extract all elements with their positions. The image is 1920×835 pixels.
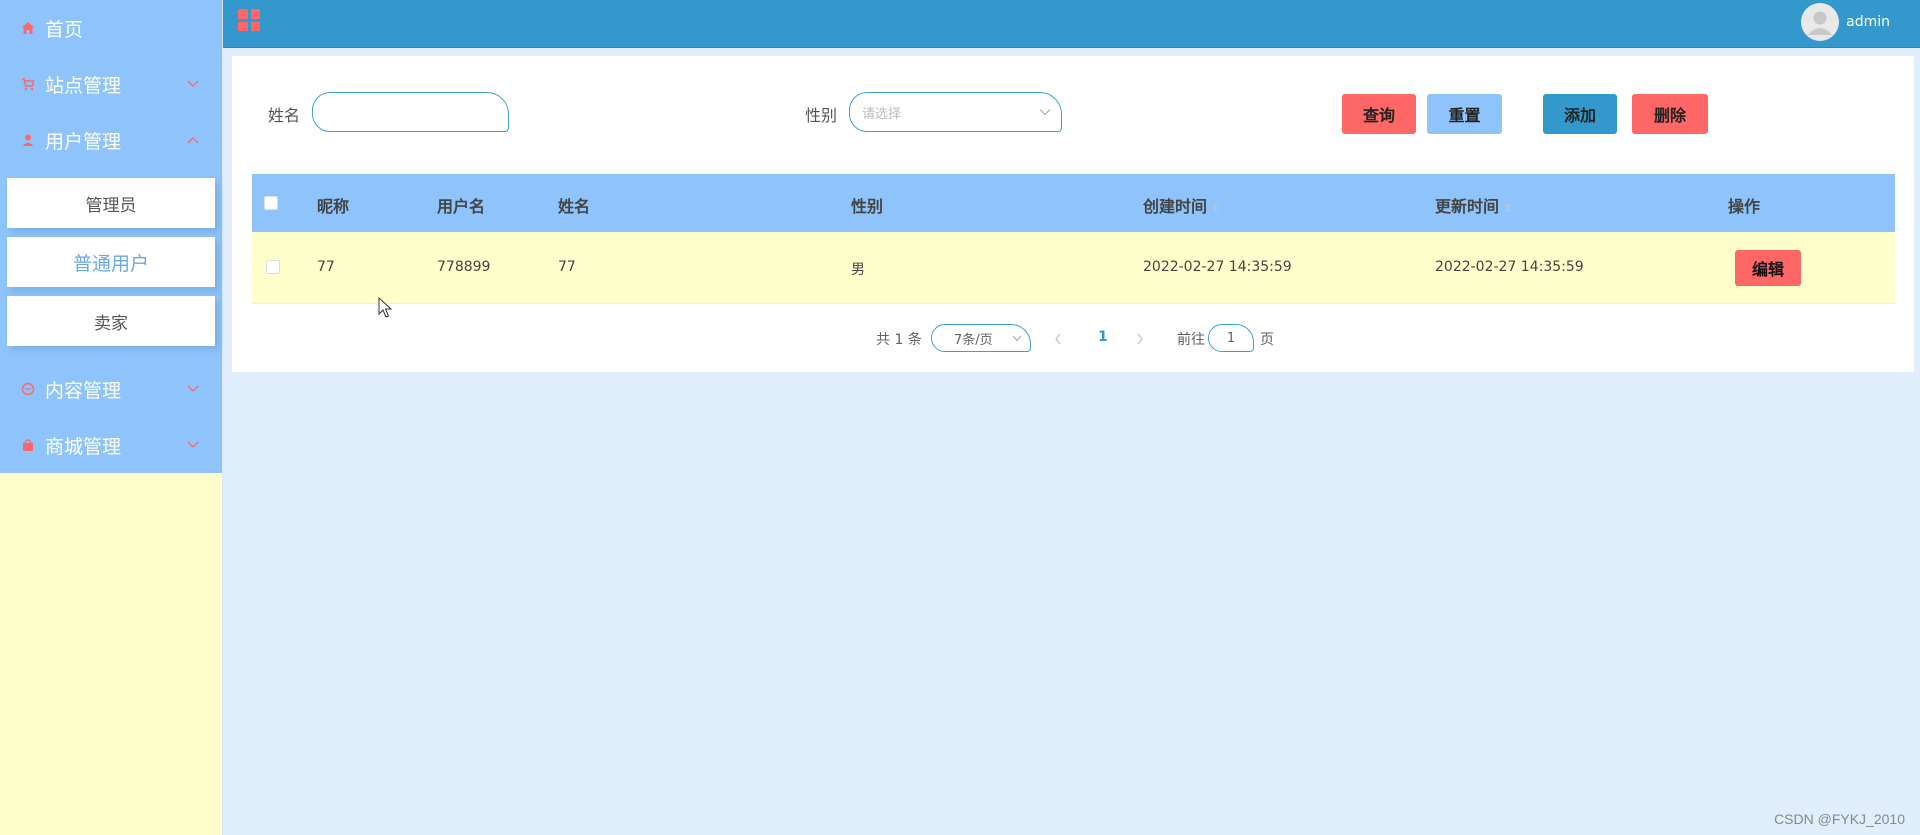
col-updated-label: 更新时间 [1435, 197, 1500, 216]
cell-name: 77 [558, 259, 576, 275]
home-icon [21, 21, 35, 35]
user-menu[interactable]: admin [1801, 3, 1890, 41]
submenu-item-normal-user[interactable]: 普通用户 [7, 237, 215, 287]
menu-item-site-manage[interactable]: 站点管理 [0, 56, 222, 112]
menu-label-home: 首页 [45, 18, 84, 41]
sort-icon[interactable] [1212, 203, 1219, 213]
goto-prefix: 前往 [1177, 332, 1205, 348]
col-username: 用户名 [437, 197, 486, 216]
submenu-item-seller[interactable]: 卖家 [7, 296, 215, 346]
cell-nickname: 77 [317, 259, 335, 275]
menu-label-user-manage: 用户管理 [45, 130, 122, 153]
shopping-bag-icon [21, 438, 35, 452]
edit-button[interactable]: 编辑 [1735, 250, 1801, 286]
table-row: 77 778899 77 男 2022-02-27 14:35:59 2022-… [252, 232, 1895, 304]
col-created-label: 创建时间 [1143, 197, 1208, 216]
search-bar: 姓名 性别 请选择 查询 重置 添加 删除 [232, 92, 1914, 134]
sort-icon[interactable] [1504, 203, 1511, 213]
avatar-placeholder-icon [1808, 11, 1833, 35]
pagination-total: 共 1 条 [876, 332, 922, 348]
mouse-cursor-icon [378, 297, 393, 318]
col-action: 操作 [1728, 197, 1761, 216]
cell-username: 778899 [437, 259, 491, 275]
user-icon [21, 133, 35, 147]
page-size-select[interactable]: 7条/页 [931, 324, 1031, 352]
prev-page-icon[interactable] [1054, 333, 1062, 345]
cart-icon [21, 77, 35, 91]
menu-label-site-manage: 站点管理 [45, 74, 122, 97]
col-gender: 性别 [851, 197, 884, 216]
top-header: admin [223, 0, 1920, 48]
chevron-down-icon [187, 385, 199, 392]
col-created[interactable]: 创建时间 [1143, 193, 1219, 217]
chevron-down-icon [1039, 109, 1051, 116]
avatar[interactable] [1801, 3, 1840, 41]
menu-label-mall-manage: 商城管理 [45, 435, 122, 458]
goto-suffix: 页 [1260, 332, 1274, 348]
menu-label-content-manage: 内容管理 [45, 379, 122, 402]
col-updated[interactable]: 更新时间 [1435, 193, 1511, 217]
delete-button[interactable]: 删除 [1632, 94, 1708, 134]
select-all-checkbox[interactable] [264, 196, 278, 210]
menu-item-content-manage[interactable]: 内容管理 [0, 361, 222, 417]
reset-button[interactable]: 重置 [1427, 94, 1502, 134]
name-input[interactable] [312, 92, 509, 132]
cell-updated: 2022-02-27 14:35:59 [1435, 259, 1584, 275]
col-name: 姓名 [558, 197, 591, 216]
menu-grid-icon[interactable] [238, 9, 260, 31]
sidebar: 首页 站点管理 用户管理 管理员 普通用户 卖家 内容管理 商城管理 [0, 0, 223, 835]
menu-item-home[interactable]: 首页 [0, 0, 222, 56]
user-table: 昵称 用户名 姓名 性别 创建时间 更新时间 操作 77 778899 77 男… [252, 174, 1895, 304]
submenu-item-admin[interactable]: 管理员 [7, 178, 215, 228]
menu-item-user-manage[interactable]: 用户管理 [0, 112, 222, 168]
main-panel: 姓名 性别 请选择 查询 重置 添加 删除 昵称 用户名 姓名 性别 创建时间 … [232, 56, 1914, 372]
chevron-up-icon [187, 137, 199, 144]
user-name: admin [1846, 14, 1890, 30]
cell-created: 2022-02-27 14:35:59 [1143, 259, 1292, 275]
gender-select-placeholder: 请选择 [862, 106, 902, 122]
goto-page-input[interactable]: 1 [1208, 324, 1254, 352]
gender-label: 性别 [805, 106, 838, 125]
chat-icon [21, 382, 35, 396]
page-number-current[interactable]: 1 [1098, 329, 1108, 345]
row-checkbox[interactable] [266, 260, 280, 274]
gender-select[interactable]: 请选择 [849, 92, 1062, 132]
chevron-down-icon [187, 80, 199, 87]
user-submenu: 管理员 普通用户 卖家 [0, 168, 222, 361]
pagination: 共 1 条 7条/页 1 前往 1 页 [232, 324, 1914, 354]
add-button[interactable]: 添加 [1543, 94, 1617, 134]
next-page-icon[interactable] [1136, 333, 1144, 345]
menu-item-mall-manage[interactable]: 商城管理 [0, 417, 222, 473]
table-header: 昵称 用户名 姓名 性别 创建时间 更新时间 操作 [252, 174, 1895, 232]
chevron-down-icon [187, 441, 199, 448]
col-nickname: 昵称 [317, 197, 350, 216]
name-label: 姓名 [268, 106, 301, 125]
query-button[interactable]: 查询 [1342, 94, 1416, 134]
cell-gender: 男 [851, 262, 865, 278]
chevron-down-icon [1012, 335, 1022, 342]
watermark: CSDN @FYKJ_2010 [1774, 811, 1905, 827]
page-size-value: 7条/页 [954, 332, 993, 348]
